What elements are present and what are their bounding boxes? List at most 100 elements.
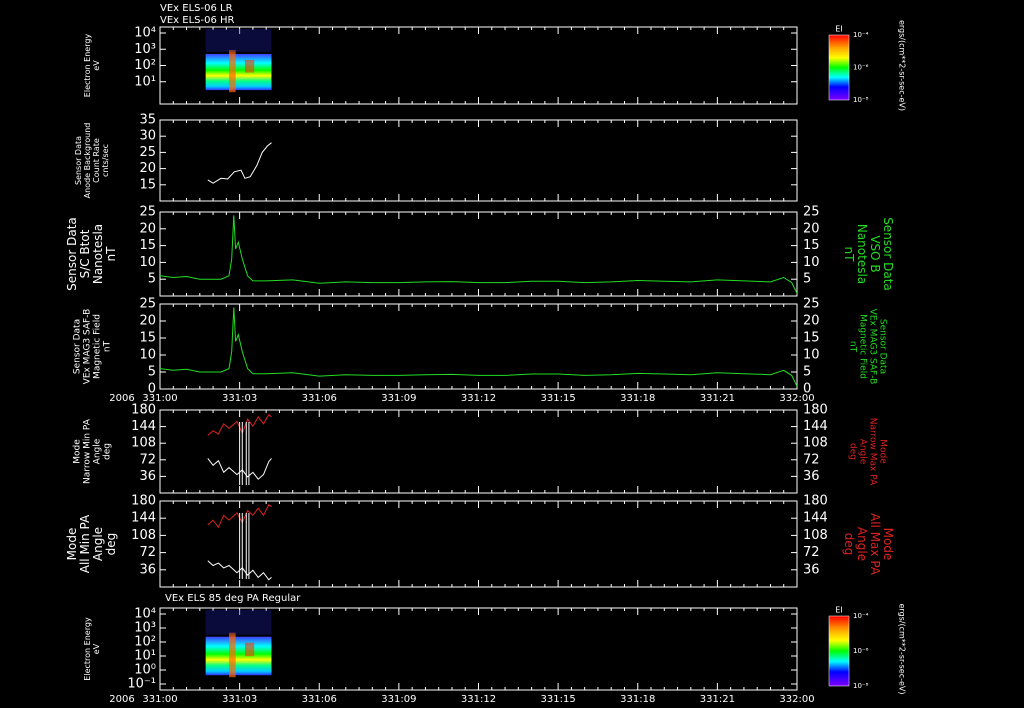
spec2-colorbar-label: EI	[835, 606, 842, 615]
spec1-colorbar-tick: 10⁻⁶	[853, 64, 869, 72]
spec1-ytick-label: 10⁴	[134, 26, 156, 41]
bkg-ytick-label: 35	[139, 113, 156, 128]
spec2-ytick-label: 10⁻¹	[127, 677, 156, 692]
spec1-colorbar-label: EI	[835, 25, 842, 34]
narrow-ylabel: Narrow Min PA	[83, 418, 93, 484]
time-axis-tick: 331:09	[381, 393, 416, 404]
narrow-ytick-label: 36	[139, 469, 156, 484]
spec2-ytick-label: 10²	[134, 635, 156, 650]
all-ylabel: All Max PA	[868, 513, 882, 576]
mag-ytick-label: 5	[148, 365, 156, 380]
vsob-ytick-label-right: 20	[803, 221, 820, 236]
time-axis-tick: 331:06	[302, 393, 337, 404]
all-ylabel: deg	[104, 533, 118, 556]
spec2-colorbar-tick: 10⁻⁶	[853, 647, 869, 655]
narrow-ytick-label-right: 36	[803, 469, 820, 484]
time-axis-year: 2006	[109, 694, 134, 705]
spec2-ytick-label: 10⁴	[134, 607, 156, 622]
all-ytick-label-right: 72	[803, 545, 820, 560]
all-ytick-label: 36	[139, 562, 156, 577]
narrow-ylabel: Mode	[73, 439, 83, 464]
spec1-colorbar-units: ergs/(cm**2-sr-sec-eV)	[898, 20, 907, 111]
time-axis-tick: 331:21	[700, 393, 735, 404]
all-ylabel: deg	[842, 533, 856, 556]
mag-ylabel: nT	[103, 340, 113, 352]
time-axis-tick: 331:21	[700, 694, 735, 705]
vsob-ytick-label-right: 10	[803, 255, 820, 270]
all-ylabel: All Min PA	[78, 514, 92, 573]
spec2-colorbar	[828, 615, 850, 687]
all-ylabel: Angle	[855, 527, 869, 561]
bkg-series-0	[207, 142, 272, 184]
all-ytick-label: 180	[131, 494, 156, 509]
spec2-spectrum-burst	[229, 632, 236, 678]
spec2-title: VEx ELS 85 deg PA Regular	[165, 593, 301, 604]
bkg-ytick-label: 20	[139, 161, 156, 176]
instrument-plot: 10⁴10³10²10¹EI10⁻⁴10⁻⁶10⁻⁸ ergs/(cm**2-sr…	[65, 20, 907, 705]
spec2-ylabel: eV	[92, 643, 101, 654]
mag-ytick-label: 10	[139, 348, 156, 363]
all-ytick-label: 144	[131, 511, 156, 526]
spec1-ytick-label: 10¹	[134, 74, 156, 89]
all-ytick-label: 108	[131, 528, 156, 543]
bkg-ylabel: cnts/sec	[101, 144, 110, 177]
vsob-ylabel: Nanotesla	[91, 224, 105, 284]
mag-ylabel: Magnetic Field	[858, 314, 868, 379]
spec2-ytick-label: 10¹	[134, 649, 156, 664]
time-axis-tick: 331:15	[541, 393, 576, 404]
mag-ytick-label-right: 5	[803, 365, 811, 380]
mag-ylabel: VEx MAG3 SAF-B	[868, 309, 878, 385]
narrow-ylabel: Narrow Max PA	[868, 418, 878, 486]
spec1-spectrum-peak	[244, 59, 255, 73]
vsob-ylabel: Nanotesla	[855, 224, 869, 284]
spec1-ylabel: Electron Energy	[83, 34, 92, 98]
all-ytick-label-right: 180	[803, 494, 828, 509]
narrow-ytick-label-right: 144	[803, 419, 828, 434]
spec2-colorbar-units: ergs/(cm**2-sr-sec-eV)	[898, 603, 907, 694]
bkg-ytick-label: 25	[139, 145, 156, 160]
mag-ytick-label: 15	[139, 331, 156, 346]
vsob-ylabel: VSO B	[868, 235, 882, 272]
time-axis-tick: 332:00	[779, 694, 814, 705]
spec1-ytick-label: 10³	[134, 42, 156, 57]
time-axis-tick: 331:00	[142, 694, 177, 705]
spec1-spectrum	[205, 53, 272, 91]
all-ylabel: Angle	[91, 527, 105, 561]
spec2-ylabel: Electron Energy	[83, 617, 92, 681]
spec2-spectrum-peak	[244, 642, 255, 657]
time-axis-tick: 331:06	[302, 694, 337, 705]
time-axis-tick: 331:12	[461, 694, 496, 705]
vsob-ylabel: Sensor Data	[65, 217, 79, 291]
vsob-frame	[159, 211, 798, 297]
mag-series-0	[159, 307, 798, 387]
all-ylabel: Mode	[881, 528, 895, 561]
time-axis-tick: 331:18	[620, 393, 655, 404]
all-ytick-label: 72	[139, 545, 156, 560]
narrow-ytick-label: 180	[131, 403, 156, 418]
bkg-ylabel: Count Rate	[92, 138, 101, 183]
mag-ytick-label-right: 15	[803, 331, 820, 346]
bkg-ytick-label: 30	[139, 129, 156, 144]
vsob-ytick-label: 10	[139, 255, 156, 270]
narrow-ytick-label: 144	[131, 419, 156, 434]
mag-ytick-label: 20	[139, 314, 156, 329]
vsob-ytick-label: 15	[139, 238, 156, 253]
narrow-ytick-label-right: 108	[803, 436, 828, 451]
narrow-ytick-label: 72	[139, 452, 156, 467]
mag-ytick-label-right: 10	[803, 348, 820, 363]
time-axis-tick: 332:00	[779, 393, 814, 404]
mag-ytick-label-right: 20	[803, 314, 820, 329]
spec1-ylabel: eV	[92, 60, 101, 71]
bkg-ytick-label: 15	[139, 177, 156, 192]
narrow-ylabel: deg	[848, 443, 858, 460]
spec2-colorbar-tick: 10⁻⁴	[853, 612, 869, 620]
vsob-ytick-label: 5	[148, 272, 156, 287]
spec2-spectrum-noise	[205, 610, 272, 635]
narrow-ylabel: Angle	[93, 438, 103, 464]
time-axis-year: 2006	[109, 393, 134, 404]
bkg-frame	[159, 119, 798, 202]
vsob-ytick-label-right: 5	[803, 272, 811, 287]
vsob-ylabel: nT	[104, 246, 118, 262]
mag-ylabel: Magnetic Field	[93, 314, 103, 379]
vsob-ylabel: S/C Btot	[78, 229, 92, 278]
